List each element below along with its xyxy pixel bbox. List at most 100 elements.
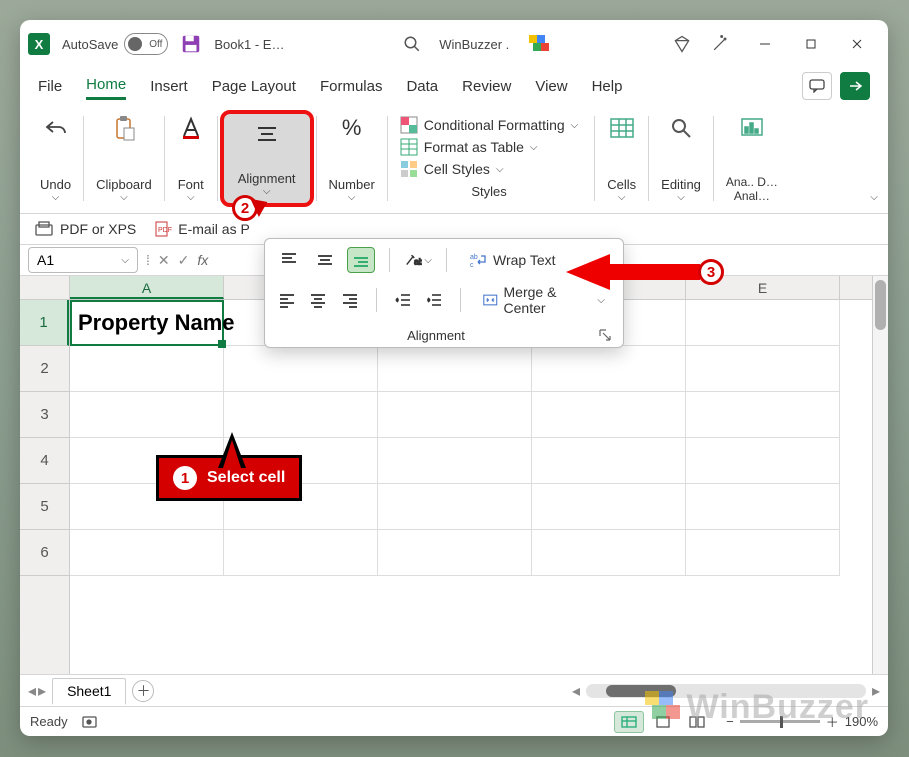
add-sheet-button[interactable]: ＋ [132, 680, 154, 702]
zoom-out-icon[interactable]: − [726, 714, 734, 729]
normal-view-button[interactable] [614, 711, 644, 733]
group-font[interactable]: Font ⌵ [167, 110, 215, 207]
status-bar: Ready − ＋ 190% [20, 706, 888, 736]
svg-text:c: c [470, 262, 474, 268]
cube-icon [527, 33, 553, 55]
tab-page-layout[interactable]: Page Layout [212, 74, 296, 99]
sheet-tab-1[interactable]: Sheet1 [52, 678, 126, 705]
tab-formulas[interactable]: Formulas [320, 74, 383, 99]
tab-data[interactable]: Data [406, 74, 438, 99]
align-middle-button[interactable] [311, 247, 339, 273]
hscroll-right-icon[interactable]: ▸ [872, 681, 880, 701]
align-top-button[interactable] [275, 247, 303, 273]
conditional-formatting-button[interactable]: Conditional Formatting⌵ [396, 114, 582, 136]
maximize-button[interactable] [788, 24, 834, 64]
align-left-button[interactable] [275, 287, 299, 313]
autosave-label: AutoSave [62, 37, 118, 52]
increase-indent-button[interactable] [422, 287, 446, 313]
align-center-button[interactable] [307, 287, 331, 313]
cell-styles-button[interactable]: Cell Styles⌵ [396, 158, 508, 180]
step-3-badge: 3 [698, 259, 724, 285]
annotation-step-2: 2 [232, 195, 258, 221]
tab-home[interactable]: Home [86, 72, 126, 100]
hscroll-left-icon[interactable]: ◂ [572, 681, 580, 701]
save-icon[interactable] [180, 33, 202, 55]
search-icon[interactable] [403, 35, 421, 53]
formula-controls: ⁞ ✕ ✓ fx [146, 252, 208, 269]
vertical-scrollbar[interactable] [872, 300, 888, 674]
svg-text:PDF: PDF [158, 227, 172, 234]
toggle-switch[interactable]: Off [124, 33, 168, 55]
diamond-icon[interactable] [672, 34, 692, 54]
page-layout-view-button[interactable] [648, 711, 678, 733]
close-button[interactable] [834, 24, 880, 64]
formula-dropdown-icon[interactable]: ⁞ [146, 252, 150, 268]
formula-cancel-icon[interactable]: ✕ [158, 252, 170, 269]
row-header-1[interactable]: 1 [20, 300, 69, 346]
title-bar: X AutoSave Off Book1 - E… WinBuzzer . [20, 20, 888, 68]
step-1-badge: 1 [173, 466, 197, 490]
autosave-toggle[interactable]: AutoSave Off [62, 33, 168, 55]
row-header-2[interactable]: 2 [20, 346, 69, 392]
svg-text:ab: ab [470, 254, 478, 261]
email-button[interactable]: PDF E-mail as P [154, 220, 250, 238]
page-break-view-button[interactable] [682, 711, 712, 733]
annotation-step-3: 3 [566, 254, 724, 290]
wand-icon[interactable] [710, 34, 730, 54]
row-header-5[interactable]: 5 [20, 484, 69, 530]
fx-icon[interactable]: fx [197, 252, 208, 268]
tab-review[interactable]: Review [462, 74, 511, 99]
ribbon-expand-button[interactable]: ⌵ [864, 187, 884, 207]
group-number[interactable]: % Number ⌵ [319, 110, 385, 207]
decrease-indent-button[interactable] [391, 287, 415, 313]
tab-help[interactable]: Help [592, 74, 623, 99]
annotation-step-1: 1 Select cell [156, 455, 302, 501]
chevron-down-icon[interactable]: ⌵ [121, 255, 129, 266]
format-as-table-button[interactable]: Format as Table⌵ [396, 136, 542, 158]
col-header-a[interactable]: A [70, 276, 224, 299]
minimize-button[interactable] [742, 24, 788, 64]
group-cells[interactable]: Cells ⌵ [597, 110, 646, 207]
name-box[interactable]: A1 ⌵ [28, 247, 138, 273]
tab-insert[interactable]: Insert [150, 74, 188, 99]
chevron-down-icon: ⌵ [677, 192, 685, 203]
chevron-down-icon: ⌵ [187, 192, 195, 203]
chevron-down-icon: ⌵ [348, 192, 356, 203]
group-undo[interactable]: Undo ⌵ [30, 110, 81, 207]
row-header-6[interactable]: 6 [20, 530, 69, 576]
tab-file[interactable]: File [38, 74, 62, 99]
row-header-4[interactable]: 4 [20, 438, 69, 484]
wrap-text-button[interactable]: abc Wrap Text [461, 249, 564, 271]
share-button[interactable] [840, 72, 870, 100]
macro-recording-icon[interactable] [82, 714, 100, 730]
group-alignment[interactable]: Alignment ⌵ [220, 110, 314, 207]
svg-text:ab: ab [414, 258, 422, 267]
comments-button[interactable] [802, 72, 832, 100]
zoom-control[interactable]: − ＋ 190% [726, 712, 878, 731]
excel-app-icon: X [28, 33, 50, 55]
group-editing[interactable]: Editing ⌵ [651, 110, 711, 207]
tab-view[interactable]: View [535, 74, 567, 99]
pdf-export-button[interactable]: PDF or XPS [34, 220, 136, 238]
select-all-corner[interactable] [20, 276, 70, 299]
formula-accept-icon[interactable]: ✓ [178, 252, 190, 269]
group-clipboard[interactable]: Clipboard ⌵ [86, 110, 162, 207]
fill-handle[interactable] [218, 340, 226, 348]
ribbon-tabs: File Home Insert Page Layout Formulas Da… [20, 68, 888, 104]
sheet-nav[interactable]: ◂▸ [28, 681, 46, 701]
active-cell[interactable]: Property Name [70, 300, 224, 346]
row-header-3[interactable]: 3 [20, 392, 69, 438]
app-window: X AutoSave Off Book1 - E… WinBuzzer . Fi… [20, 20, 888, 736]
group-analyze[interactable]: Ana.. D… Anal… [716, 110, 788, 207]
zoom-percent[interactable]: 190% [845, 714, 878, 729]
zoom-in-icon[interactable]: ＋ [826, 712, 839, 731]
chevron-down-icon: ⌵ [618, 192, 626, 203]
orientation-button[interactable]: ab⌵ [404, 247, 432, 273]
horizontal-scrollbar[interactable] [586, 684, 866, 698]
align-right-button[interactable] [338, 287, 362, 313]
align-bottom-button[interactable] [347, 247, 375, 273]
sheet-tabs: ◂▸ Sheet1 ＋ ◂ ▸ [20, 674, 888, 706]
dialog-launcher-icon[interactable] [597, 327, 613, 343]
row-headers: 1 2 3 4 5 6 [20, 300, 70, 674]
group-styles: Conditional Formatting⌵ Format as Table⌵… [390, 110, 592, 207]
